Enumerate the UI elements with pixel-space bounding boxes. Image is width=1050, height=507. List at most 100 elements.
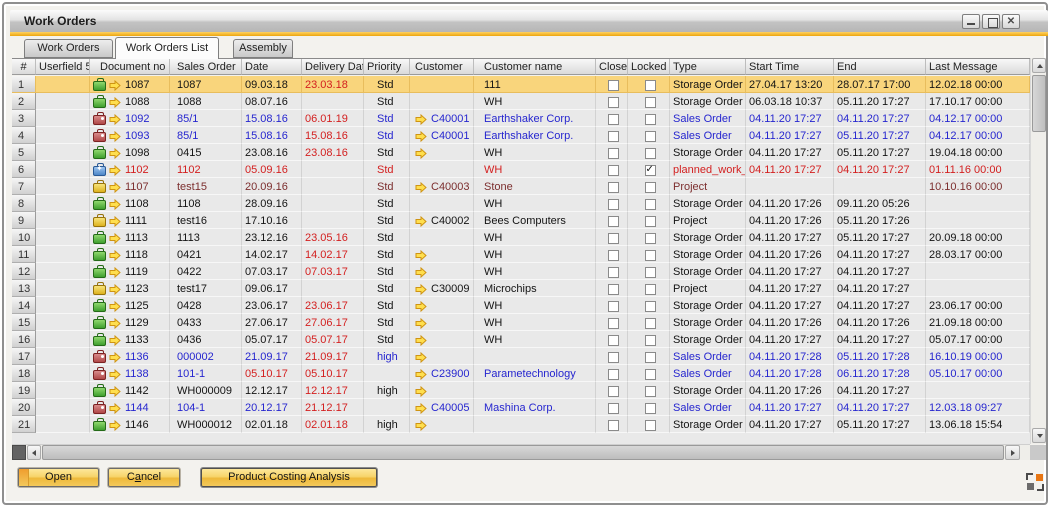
resize-grip-icon[interactable] bbox=[1025, 472, 1045, 492]
type-cell[interactable]: Storage Order bbox=[670, 416, 746, 433]
document-no-cell[interactable]: 1125 bbox=[90, 297, 170, 314]
start-time-cell[interactable]: 04.11.20 17:28 bbox=[746, 348, 834, 365]
closed-checkbox[interactable] bbox=[608, 216, 619, 227]
customer-cell[interactable]: C40005 bbox=[410, 399, 474, 416]
end-time-cell[interactable]: 04.11.20 17:27 bbox=[834, 331, 926, 348]
row-number[interactable]: 12 bbox=[12, 263, 36, 280]
customer-cell[interactable] bbox=[410, 348, 474, 365]
priority-cell[interactable]: Std bbox=[364, 314, 410, 331]
end-time-cell[interactable]: 04.11.20 17:27 bbox=[834, 161, 926, 178]
document-no-cell[interactable]: 1129 bbox=[90, 314, 170, 331]
delivery-date-cell[interactable]: 27.06.17 bbox=[302, 314, 364, 331]
type-cell[interactable]: Project bbox=[670, 212, 746, 229]
delivery-date-cell[interactable]: 21.09.17 bbox=[302, 348, 364, 365]
customer-name-cell[interactable]: WH bbox=[474, 263, 596, 280]
last-message-cell[interactable] bbox=[926, 382, 1030, 399]
start-time-cell[interactable]: 04.11.20 17:26 bbox=[746, 195, 834, 212]
col-header-date[interactable]: Date bbox=[242, 59, 302, 75]
date-cell[interactable]: 05.09.16 bbox=[242, 161, 302, 178]
document-no-cell[interactable]: 1107 bbox=[90, 178, 170, 195]
customer-cell[interactable]: C40003 bbox=[410, 178, 474, 195]
document-no-cell[interactable]: 1098 bbox=[90, 144, 170, 161]
locked-checkbox[interactable] bbox=[645, 97, 656, 108]
closed-checkbox[interactable] bbox=[608, 352, 619, 363]
table-row[interactable]: 181138101-105.10.1705.10.17C23900Paramet… bbox=[12, 365, 1030, 382]
link-arrow-icon[interactable] bbox=[415, 369, 427, 380]
customer-name-cell[interactable]: WH bbox=[474, 195, 596, 212]
sales-order-cell[interactable]: 0421 bbox=[170, 246, 242, 263]
last-message-cell[interactable]: 21.09.18 00:00 bbox=[926, 314, 1030, 331]
priority-cell[interactable]: high bbox=[364, 348, 410, 365]
last-message-cell[interactable]: 19.04.18 00:00 bbox=[926, 144, 1030, 161]
last-message-cell[interactable]: 23.06.17 00:00 bbox=[926, 297, 1030, 314]
link-arrow-icon[interactable] bbox=[109, 335, 121, 346]
document-no-cell[interactable]: 1136 bbox=[90, 348, 170, 365]
delivery-date-cell[interactable] bbox=[302, 178, 364, 195]
closed-checkbox[interactable] bbox=[608, 403, 619, 414]
row-number[interactable]: 6 bbox=[12, 161, 36, 178]
sales-order-cell[interactable]: 1102 bbox=[170, 161, 242, 178]
date-cell[interactable]: 02.01.18 bbox=[242, 416, 302, 433]
start-time-cell[interactable]: 04.11.20 17:26 bbox=[746, 382, 834, 399]
sales-order-cell[interactable]: 101-1 bbox=[170, 365, 242, 382]
sales-order-cell[interactable]: 85/1 bbox=[170, 110, 242, 127]
document-no-cell[interactable]: 1146 bbox=[90, 416, 170, 433]
locked-checkbox[interactable] bbox=[645, 199, 656, 210]
link-arrow-icon[interactable] bbox=[109, 369, 121, 380]
closed-checkbox[interactable] bbox=[608, 182, 619, 193]
type-cell[interactable]: Storage Order bbox=[670, 144, 746, 161]
last-message-cell[interactable]: 10.10.16 00:00 bbox=[926, 178, 1030, 195]
date-cell[interactable]: 09.06.17 bbox=[242, 280, 302, 297]
customer-cell[interactable] bbox=[410, 195, 474, 212]
scroll-down-button[interactable] bbox=[1032, 428, 1046, 443]
customer-name-cell[interactable]: WH bbox=[474, 144, 596, 161]
row-number[interactable]: 9 bbox=[12, 212, 36, 229]
last-message-cell[interactable]: 13.06.18 15:54 bbox=[926, 416, 1030, 433]
date-cell[interactable]: 15.08.16 bbox=[242, 127, 302, 144]
last-message-cell[interactable] bbox=[926, 280, 1030, 297]
sales-order-cell[interactable]: 1087 bbox=[170, 76, 242, 93]
date-cell[interactable]: 14.02.17 bbox=[242, 246, 302, 263]
link-arrow-icon[interactable] bbox=[415, 284, 427, 295]
col-header-locked[interactable]: Locked bbox=[628, 59, 670, 75]
start-time-cell[interactable]: 27.04.17 13:20 bbox=[746, 76, 834, 93]
locked-checkbox[interactable] bbox=[645, 114, 656, 125]
last-message-cell[interactable]: 12.03.18 09:27 bbox=[926, 399, 1030, 416]
priority-cell[interactable]: Std bbox=[364, 161, 410, 178]
table-row[interactable]: 191142WH00000912.12.1712.12.17highStorag… bbox=[12, 382, 1030, 399]
link-arrow-icon[interactable] bbox=[109, 80, 121, 91]
customer-cell[interactable]: C40001 bbox=[410, 110, 474, 127]
end-time-cell[interactable]: 04.11.20 17:27 bbox=[834, 297, 926, 314]
document-no-cell[interactable]: 1093 bbox=[90, 127, 170, 144]
locked-checkbox[interactable] bbox=[645, 267, 656, 278]
end-time-cell[interactable]: 05.11.20 17:27 bbox=[834, 93, 926, 110]
table-row[interactable]: 91111test1617.10.16StdC40002Bees Compute… bbox=[12, 212, 1030, 229]
row-number[interactable]: 2 bbox=[12, 93, 36, 110]
date-cell[interactable]: 17.10.16 bbox=[242, 212, 302, 229]
row-number[interactable]: 11 bbox=[12, 246, 36, 263]
scroll-left-button[interactable] bbox=[27, 445, 41, 460]
end-time-cell[interactable]: 04.11.20 17:26 bbox=[834, 314, 926, 331]
link-arrow-icon[interactable] bbox=[415, 335, 427, 346]
sales-order-cell[interactable]: 1108 bbox=[170, 195, 242, 212]
end-time-cell[interactable]: 04.11.20 17:27 bbox=[834, 110, 926, 127]
delivery-date-cell[interactable]: 02.01.18 bbox=[302, 416, 364, 433]
start-time-cell[interactable]: 04.11.20 17:27 bbox=[746, 280, 834, 297]
link-arrow-icon[interactable] bbox=[109, 301, 121, 312]
closed-checkbox[interactable] bbox=[608, 386, 619, 397]
customer-name-cell[interactable]: WH bbox=[474, 331, 596, 348]
delivery-date-cell[interactable] bbox=[302, 93, 364, 110]
last-message-cell[interactable] bbox=[926, 263, 1030, 280]
link-arrow-icon[interactable] bbox=[415, 318, 427, 329]
delivery-date-cell[interactable]: 07.03.17 bbox=[302, 263, 364, 280]
type-cell[interactable]: Storage Order bbox=[670, 314, 746, 331]
row-number[interactable]: 7 bbox=[12, 178, 36, 195]
link-arrow-icon[interactable] bbox=[109, 97, 121, 108]
priority-cell[interactable]: high bbox=[364, 416, 410, 433]
locked-checkbox[interactable] bbox=[645, 233, 656, 244]
last-message-cell[interactable]: 01.11.16 00:00 bbox=[926, 161, 1030, 178]
sales-order-cell[interactable]: 85/1 bbox=[170, 127, 242, 144]
customer-name-cell[interactable] bbox=[474, 348, 596, 365]
link-arrow-icon[interactable] bbox=[109, 284, 121, 295]
table-row[interactable]: 121119042207.03.1707.03.17StdWHStorage O… bbox=[12, 263, 1030, 280]
